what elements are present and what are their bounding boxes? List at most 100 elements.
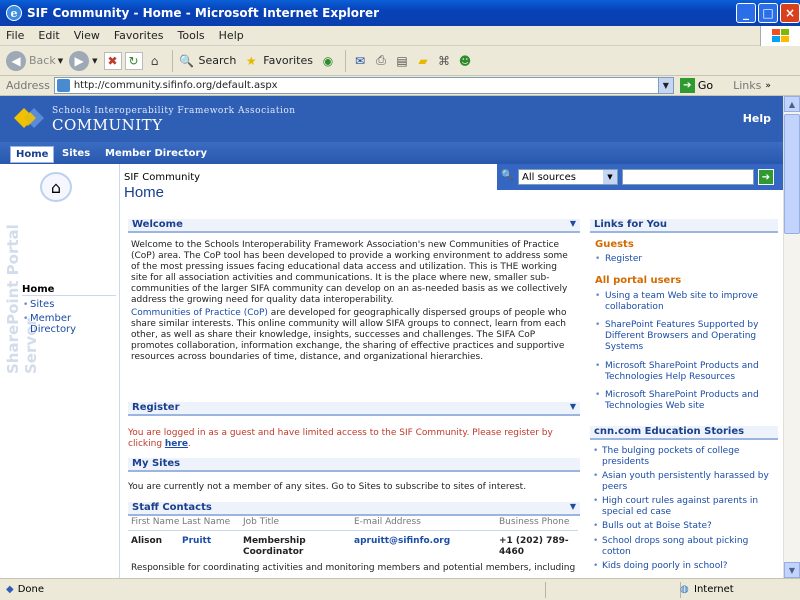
bullet-icon: • bbox=[593, 521, 599, 531]
toolbar-separator bbox=[345, 49, 346, 72]
col-phone[interactable]: Business Phone bbox=[499, 517, 569, 528]
address-url: http://community.sifinfo.org/default.asp… bbox=[73, 80, 278, 91]
favorites-button[interactable]: ★ Favorites bbox=[242, 52, 313, 70]
menu-edit[interactable]: Edit bbox=[38, 29, 59, 42]
bullet-icon: • bbox=[595, 390, 601, 400]
cnn-story-3[interactable]: High court rules against parents in spec… bbox=[602, 496, 777, 518]
address-bar: Address http://community.sifinfo.org/def… bbox=[0, 76, 800, 96]
cnn-story-2[interactable]: Asian youth persistently harassed by pee… bbox=[602, 471, 777, 493]
back-button[interactable]: ◀ Back ▼ bbox=[6, 50, 63, 71]
links-button[interactable]: Links bbox=[733, 79, 761, 92]
guests-heading: Guests bbox=[595, 239, 634, 250]
status-text: Done bbox=[17, 584, 45, 595]
welcome-header: Welcome ▼ bbox=[128, 219, 580, 233]
left-nav-sites[interactable]: Sites bbox=[30, 299, 54, 310]
col-email[interactable]: E-mail Address bbox=[354, 517, 421, 528]
mail-icon[interactable]: ✉ bbox=[351, 52, 369, 70]
search-bar: 🔍 All sources ▼ ➔ bbox=[497, 164, 783, 190]
webpart-menu-icon[interactable]: ▼ bbox=[570, 219, 576, 228]
search-icon: 🔍 bbox=[179, 53, 194, 68]
staff-last-name[interactable]: Pruitt bbox=[182, 536, 211, 547]
bullet-icon: • bbox=[595, 254, 601, 264]
register-message: You are logged in as a guest and have li… bbox=[128, 428, 568, 450]
toolbar-separator bbox=[171, 49, 173, 72]
menu-favorites[interactable]: Favorites bbox=[114, 29, 164, 42]
status-separator bbox=[545, 582, 546, 598]
search-input[interactable] bbox=[622, 169, 754, 185]
links-chevron-icon[interactable]: » bbox=[765, 81, 771, 91]
forward-arrow-icon: ▶ bbox=[69, 50, 90, 71]
menu-tools[interactable]: Tools bbox=[178, 29, 205, 42]
go-button[interactable]: ➔ Go bbox=[679, 78, 714, 93]
link-sharepoint-features[interactable]: SharePoint Features Supported by Differe… bbox=[605, 320, 775, 353]
search-button[interactable]: 🔍 Search bbox=[178, 52, 237, 70]
left-nav-member-directory[interactable]: Member Directory bbox=[30, 313, 90, 335]
minimize-button[interactable]: _ bbox=[736, 3, 756, 23]
scroll-down-icon[interactable]: ▼ bbox=[784, 562, 800, 578]
help-link[interactable]: Help bbox=[743, 112, 771, 125]
address-dropdown-icon[interactable]: ▼ bbox=[657, 78, 673, 93]
maximize-button[interactable]: □ bbox=[758, 3, 778, 23]
vertical-scrollbar[interactable]: ▲ ▼ bbox=[783, 96, 800, 578]
search-go-button[interactable]: ➔ bbox=[758, 169, 774, 185]
messenger-icon[interactable]: ☻ bbox=[456, 52, 474, 70]
star-icon: ★ bbox=[245, 53, 257, 68]
link-help-resources[interactable]: Microsoft SharePoint Products and Techno… bbox=[605, 361, 775, 383]
left-nav-title[interactable]: Home bbox=[22, 284, 116, 296]
bullet-icon: • bbox=[593, 471, 599, 481]
col-first-name[interactable]: First Name bbox=[131, 517, 179, 528]
col-job-title[interactable]: Job Title bbox=[243, 517, 279, 528]
bullet-icon: • bbox=[23, 314, 29, 324]
staff-first-name: Alison bbox=[131, 536, 163, 546]
edit-icon[interactable]: ▤ bbox=[393, 52, 411, 70]
research-icon[interactable]: ⌘ bbox=[435, 52, 453, 70]
cnn-story-5[interactable]: School drops song about picking cotton bbox=[602, 536, 777, 558]
cnn-story-1[interactable]: The bulging pockets of college president… bbox=[602, 446, 777, 468]
media-icon[interactable]: ◉ bbox=[319, 52, 337, 70]
address-input[interactable]: http://community.sifinfo.org/default.asp… bbox=[53, 77, 674, 94]
ie-icon: e bbox=[6, 5, 22, 21]
menu-view[interactable]: View bbox=[74, 29, 100, 42]
staff-email[interactable]: apruitt@sifinfo.org bbox=[354, 536, 450, 547]
refresh-icon[interactable]: ↻ bbox=[124, 51, 143, 70]
search-scope-select[interactable]: All sources ▼ bbox=[518, 169, 618, 185]
welcome-title: Welcome bbox=[132, 219, 183, 230]
scope-dropdown-icon[interactable]: ▼ bbox=[603, 170, 617, 184]
window-title-bar[interactable]: e SIF Community - Home - Microsoft Inter… bbox=[0, 0, 800, 26]
nav-home-tab[interactable]: Home bbox=[10, 146, 55, 163]
bullet-icon: • bbox=[595, 361, 601, 371]
my-sites-text: You are currently not a member of any si… bbox=[128, 482, 527, 492]
col-last-name[interactable]: Last Name bbox=[182, 517, 230, 528]
scroll-thumb[interactable] bbox=[784, 114, 800, 234]
go-label: Go bbox=[697, 79, 714, 92]
my-sites-header: My Sites bbox=[128, 458, 580, 472]
menu-help[interactable]: Help bbox=[219, 29, 244, 42]
print-icon[interactable]: ⎙ bbox=[372, 52, 390, 70]
window-title: SIF Community - Home - Microsoft Interne… bbox=[27, 6, 380, 20]
forward-button[interactable]: ▶ ▼ bbox=[69, 50, 98, 71]
webpart-menu-icon[interactable]: ▼ bbox=[570, 502, 576, 511]
home-icon[interactable]: ⌂ bbox=[146, 52, 164, 70]
stop-icon[interactable]: ✖ bbox=[103, 51, 122, 70]
bullet-icon: • bbox=[593, 496, 599, 506]
breadcrumb[interactable]: SIF Community bbox=[124, 172, 200, 183]
register-here-link[interactable]: here bbox=[165, 439, 188, 449]
link-register[interactable]: Register bbox=[605, 254, 642, 265]
bullet-icon: • bbox=[593, 536, 599, 546]
cop-link[interactable]: Communities of Practice (CoP) bbox=[131, 308, 268, 318]
cnn-story-4[interactable]: Bulls out at Boise State? bbox=[602, 521, 777, 532]
scroll-up-icon[interactable]: ▲ bbox=[784, 96, 800, 112]
search-label: Search bbox=[198, 54, 237, 67]
nav-member-directory-tab[interactable]: Member Directory bbox=[105, 148, 207, 159]
cnn-story-6[interactable]: Kids doing poorly in school? bbox=[602, 561, 777, 572]
nav-sites-tab[interactable]: Sites bbox=[62, 148, 90, 159]
webpart-menu-icon[interactable]: ▼ bbox=[570, 402, 576, 411]
search-scope-value: All sources bbox=[522, 171, 576, 183]
folder-icon[interactable]: ▰ bbox=[414, 52, 432, 70]
menu-file[interactable]: File bbox=[6, 29, 24, 42]
close-button[interactable]: × bbox=[780, 3, 800, 23]
link-team-site[interactable]: Using a team Web site to improve collabo… bbox=[605, 291, 775, 313]
internet-zone-icon: ◍ bbox=[680, 584, 689, 595]
link-web-site[interactable]: Microsoft SharePoint Products and Techno… bbox=[605, 390, 775, 412]
bullet-icon: • bbox=[23, 300, 29, 310]
